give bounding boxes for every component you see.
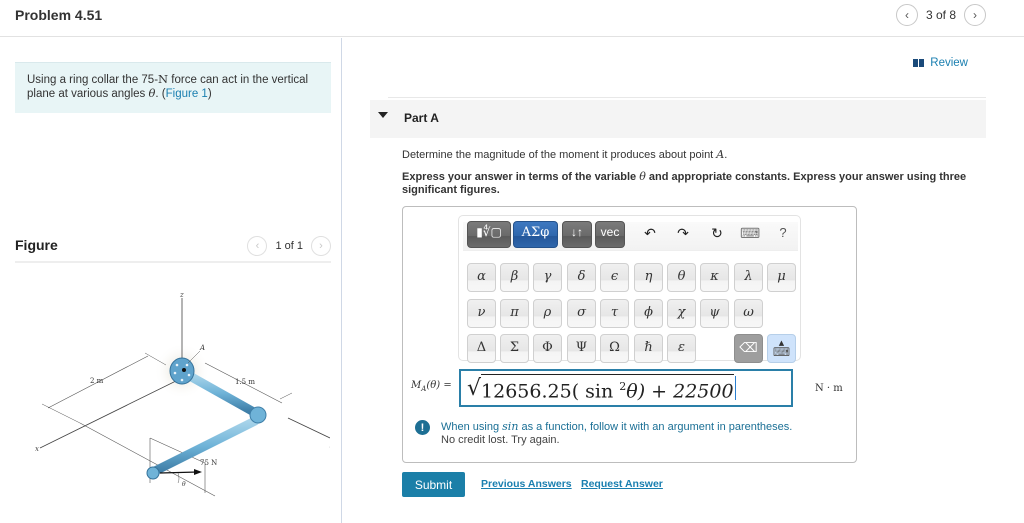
help-icon[interactable]: ? (773, 225, 793, 240)
book-icon (913, 59, 925, 67)
key-alpha[interactable]: α (467, 263, 496, 292)
keyboard-icon: ⌨ (772, 344, 791, 359)
answer-label: MA(θ) = (411, 380, 452, 393)
figure-header: Figure ‹ 1 of 1 › (15, 233, 331, 263)
undo-icon[interactable]: ↶ (640, 225, 660, 242)
y-axis (287, 417, 330, 439)
key-capital-sigma[interactable]: Σ (500, 334, 529, 363)
key-pi[interactable]: π (500, 299, 529, 328)
point-a-label: A (199, 344, 205, 352)
collapse-triangle-icon (378, 112, 388, 118)
key-gamma[interactable]: γ (533, 263, 562, 292)
part-a-label: Part A (404, 111, 439, 125)
x-axis (39, 377, 183, 449)
prev-figure-button[interactable]: ‹ (247, 236, 268, 256)
feedback-hint: When using sin as a function, follow it … (441, 420, 793, 433)
templates-button[interactable]: ▮∜▢ (467, 221, 511, 248)
answer-value: 12656.25( sin 2θ) + 22500 (481, 373, 734, 402)
figure-pager: ‹ 1 of 1 › (247, 236, 331, 256)
dim-label-1-5m: 1.5 m (235, 378, 255, 386)
problem-title: Problem 4.51 (15, 7, 103, 23)
figure-title: Figure (15, 237, 58, 253)
key-mu[interactable]: μ (767, 263, 796, 292)
next-problem-button[interactable]: › (964, 4, 986, 26)
text-caret (734, 376, 736, 400)
answer-box: ▮∜▢ ΑΣφ ↓↑ vec ↶ ↷ ↻ ⌨ ? α β γ δ ϵ η θ κ (402, 206, 857, 463)
y-label: y (329, 440, 330, 448)
vector-button[interactable]: vec (595, 221, 625, 248)
previous-answers-link[interactable]: Previous Answers (481, 478, 572, 490)
review-link[interactable]: Review (913, 57, 968, 69)
sqrt-symbol: √ (467, 375, 482, 401)
prev-problem-button[interactable]: ‹ (895, 4, 918, 26)
question-text: Determine the magnitude of the moment it… (402, 148, 728, 161)
problem-pager: ‹ 3 of 8 › (895, 4, 986, 26)
backspace-icon: ⌫ (739, 341, 758, 356)
key-tau[interactable]: τ (600, 299, 629, 328)
next-figure-button[interactable]: › (311, 236, 331, 256)
key-chi[interactable]: χ (667, 299, 696, 328)
divider (388, 97, 986, 98)
key-psi[interactable]: ψ (700, 299, 729, 328)
part-a-header[interactable]: Part A (370, 100, 986, 138)
keyboard-toggle-button[interactable]: ▲ ⌨ (767, 334, 796, 363)
key-phi[interactable]: ϕ (634, 299, 663, 328)
instruction-text: Express your answer in terms of the vari… (402, 170, 967, 196)
point-a-marker (182, 368, 186, 372)
x-label: x (35, 445, 39, 453)
key-rho[interactable]: ρ (533, 299, 562, 328)
key-kappa[interactable]: κ (700, 263, 729, 292)
key-sigma[interactable]: σ (567, 299, 596, 328)
submit-button[interactable]: Submit (402, 472, 465, 497)
chevron-right-icon: › (973, 8, 977, 22)
chevron-left-icon: ‹ (904, 8, 909, 22)
key-epsilon[interactable]: ϵ (600, 263, 629, 292)
key-beta[interactable]: β (500, 263, 529, 292)
chevron-right-icon: › (319, 240, 323, 252)
key-capital-delta[interactable]: Δ (467, 334, 496, 363)
figure-image: z x y 2 m 1.5 m A (35, 291, 330, 497)
arrows-button[interactable]: ↓↑ (562, 221, 592, 248)
key-varepsilon[interactable]: ε (667, 334, 696, 363)
key-capital-psi[interactable]: Ψ (567, 334, 596, 363)
figure-pager-text: 1 of 1 (275, 240, 303, 252)
feedback-status: No credit lost. Try again. (441, 434, 560, 446)
greek-symbols-button[interactable]: ΑΣφ (513, 221, 558, 248)
chevron-left-icon: ‹ (255, 240, 260, 252)
answer-input[interactable]: √ 12656.25( sin 2θ) + 22500 (459, 369, 793, 407)
key-theta[interactable]: θ (667, 263, 696, 292)
force-arrow (159, 471, 199, 474)
keyboard-icon[interactable]: ⌨ (740, 225, 760, 242)
key-hbar[interactable]: ℏ (634, 334, 663, 363)
backspace-button[interactable]: ⌫ (734, 334, 763, 363)
key-eta[interactable]: η (634, 263, 663, 292)
left-panel: Using a ring collar the 75-N force can a… (0, 38, 342, 523)
problem-pager-text: 3 of 8 (925, 8, 956, 22)
alert-icon: ! (415, 420, 430, 435)
z-label: z (179, 291, 184, 299)
key-capital-phi[interactable]: Φ (533, 334, 562, 363)
key-omega[interactable]: ω (734, 299, 763, 328)
problem-intro: Using a ring collar the 75-N force can a… (15, 62, 331, 113)
key-nu[interactable]: ν (467, 299, 496, 328)
answer-units: N · m (815, 383, 843, 394)
reset-icon[interactable]: ↻ (707, 225, 727, 242)
pipe-elbow (249, 406, 267, 424)
header: Problem 4.51 ‹ 3 of 8 › (0, 0, 1024, 37)
redo-icon[interactable]: ↷ (673, 225, 693, 242)
figure-link[interactable]: Figure 1 (166, 88, 208, 100)
request-answer-link[interactable]: Request Answer (581, 478, 663, 490)
math-toolbar: ▮∜▢ ΑΣφ ↓↑ vec ↶ ↷ ↻ ⌨ ? α β γ δ ϵ η θ κ (458, 215, 801, 363)
dim-label-2m: 2 m (90, 377, 104, 385)
force-label: 75 N (200, 459, 217, 467)
key-capital-omega[interactable]: Ω (600, 334, 629, 363)
key-lambda[interactable]: λ (734, 263, 763, 292)
right-panel: Review Part A Determine the magnitude of… (343, 38, 1024, 523)
angle-label: θ (182, 481, 186, 488)
key-delta[interactable]: δ (567, 263, 596, 292)
ring-collar (146, 466, 160, 480)
